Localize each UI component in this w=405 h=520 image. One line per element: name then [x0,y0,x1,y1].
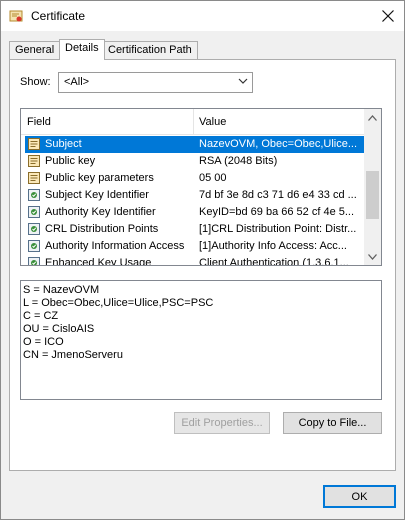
chevron-down-icon [368,253,377,260]
scrollbar-thumb[interactable] [366,171,379,219]
certificate-extension-icon [28,223,40,235]
field-value: 7d bf 3e 8d c3 71 d6 e4 33 cd ... [199,189,357,201]
column-divider[interactable] [193,109,194,135]
certificate-field-icon [28,138,40,150]
field-value: Client Authentication (1.3.6.1... [199,257,349,266]
close-icon [382,10,394,22]
detail-line: CN = JmenoServeru [23,349,123,361]
detail-line: O = ICO [23,336,64,348]
list-item[interactable]: Authority Information Access [1]Authorit… [21,238,365,255]
certificate-extension-icon [28,257,40,265]
field-value: KeyID=bd 69 ba 66 52 cf 4e 5... [199,206,355,218]
field-name: CRL Distribution Points [45,223,159,235]
certificate-extension-icon [28,189,40,201]
title-bar: Certificate [1,1,404,31]
field-name: Authority Key Identifier [45,206,156,218]
close-button[interactable] [372,1,404,31]
certificate-icon [9,10,23,22]
field-name: Public key parameters [45,172,154,184]
field-value: 05 00 [199,172,227,184]
chevron-up-icon [368,114,377,121]
details-tab-panel: Show: <All> Field Value Subject NazevOVM… [9,59,396,471]
field-name: Authority Information Access [45,240,185,252]
field-value: [1]CRL Distribution Point: Distr... [199,223,357,235]
tab-general[interactable]: General [9,41,61,59]
edit-properties-button[interactable]: Edit Properties... [174,412,270,434]
certificate-extension-icon [28,240,40,252]
list-item[interactable]: Authority Key Identifier KeyID=bd 69 ba … [21,204,365,221]
vertical-scrollbar[interactable] [364,109,381,265]
list-item[interactable]: Subject NazevOVM, Obec=Obec,Ulice... [21,136,365,153]
field-name: Subject [45,138,82,150]
list-item[interactable]: Public key RSA (2048 Bits) [21,153,365,170]
list-item[interactable]: Public key parameters 05 00 [21,170,365,187]
tab-details[interactable]: Details [59,39,105,60]
scroll-up-button[interactable] [364,109,381,126]
certificate-extension-icon [28,206,40,218]
field-name: Public key [45,155,96,167]
detail-line: OU = CisloAIS [23,323,95,335]
copy-to-file-button[interactable]: Copy to File... [283,412,382,434]
field-name: Subject Key Identifier [45,189,149,201]
field-detail-textbox[interactable]: S = NazevOVM L = Obec=Obec,Ulice=Ulice,P… [20,280,382,400]
chevron-down-icon [238,78,248,84]
list-item[interactable]: Subject Key Identifier 7d bf 3e 8d c3 71… [21,187,365,204]
fields-list[interactable]: Field Value Subject NazevOVM, Obec=Obec,… [20,108,382,266]
show-dropdown[interactable]: <All> [58,72,253,93]
show-dropdown-value: <All> [64,76,90,88]
show-label: Show: [20,76,51,88]
column-header-value[interactable]: Value [199,116,226,128]
detail-line: L = Obec=Obec,Ulice=Ulice,PSC=PSC [23,297,214,309]
detail-line: S = NazevOVM [23,284,100,296]
certificate-dialog: Certificate General Details Certificatio… [0,0,405,520]
tab-certification-path[interactable]: Certification Path [102,41,198,59]
scroll-down-button[interactable] [364,248,381,265]
certificate-field-icon [28,155,40,167]
list-item[interactable]: CRL Distribution Points [1]CRL Distribut… [21,221,365,238]
column-header-field[interactable]: Field [27,116,51,128]
field-value: [1]Authority Info Access: Acc... [199,240,347,252]
list-item[interactable]: Enhanced Key Usage Client Authentication… [21,255,365,266]
field-name: Enhanced Key Usage [45,257,152,266]
ok-button[interactable]: OK [323,485,396,508]
field-value: RSA (2048 Bits) [199,155,278,167]
detail-line: C = CZ [23,310,59,322]
certificate-field-icon [28,172,40,184]
list-header: Field Value [21,109,365,135]
window-title: Certificate [31,9,86,23]
field-value: NazevOVM, Obec=Obec,Ulice... [199,138,358,150]
